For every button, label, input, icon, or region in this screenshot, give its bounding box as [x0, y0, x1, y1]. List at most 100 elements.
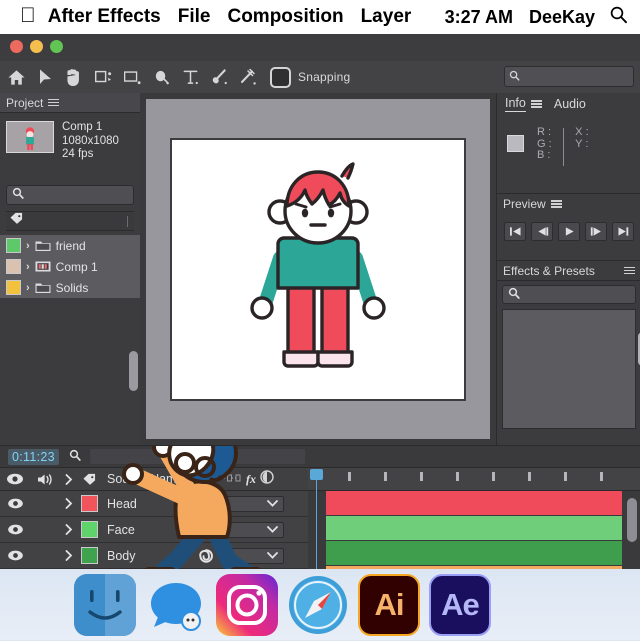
selection-arrow-icon[interactable]: [32, 64, 58, 90]
next-frame-icon[interactable]: [585, 222, 607, 241]
layer-bar-body[interactable]: [326, 541, 622, 565]
effects-search-input[interactable]: [502, 285, 636, 304]
menu-item-after-effects[interactable]: After Effects: [48, 6, 161, 28]
toolbar-search-input[interactable]: [504, 66, 634, 87]
zoom-icon[interactable]: [90, 64, 116, 90]
chevron-right-icon[interactable]: ›: [26, 282, 30, 294]
hamburger-icon[interactable]: [48, 97, 60, 108]
fx-icon[interactable]: fx: [246, 472, 256, 487]
layer-bar-face[interactable]: [326, 516, 622, 540]
shape-spiral-icon[interactable]: [192, 522, 220, 538]
chevron-right-icon[interactable]: [60, 473, 78, 485]
shape-spiral-icon[interactable]: [192, 496, 220, 512]
project-tag-bar[interactable]: [6, 211, 134, 231]
parent-dropdown[interactable]: [222, 495, 284, 512]
zoom-button[interactable]: [50, 40, 63, 53]
anchor-point-icon[interactable]: [148, 64, 174, 90]
tab-info[interactable]: Info: [505, 96, 526, 112]
layer-name-body[interactable]: Body: [100, 549, 192, 563]
effects-list[interactable]: [502, 309, 640, 429]
home-icon[interactable]: [3, 64, 29, 90]
folder-icon: [35, 239, 51, 252]
project-comp-summary[interactable]: Comp 1 1080x1080 24 fps: [0, 113, 140, 179]
project-item-solids[interactable]: › Solids: [0, 277, 140, 298]
column-header-source-name[interactable]: Source Name: [100, 472, 192, 486]
clone-stamp-icon[interactable]: [235, 64, 261, 90]
minimize-button[interactable]: [30, 40, 43, 53]
project-item-friend[interactable]: › friend: [0, 235, 140, 256]
chevron-right-icon[interactable]: ›: [26, 261, 30, 273]
project-item-label: Comp 1: [55, 259, 98, 274]
last-frame-icon[interactable]: [612, 222, 634, 241]
timeline-ruler[interactable]: [308, 468, 640, 491]
messages-icon[interactable]: [145, 574, 207, 636]
menu-bar-username[interactable]: DeeKay: [529, 7, 595, 28]
hamburger-icon[interactable]: [624, 265, 635, 276]
hamburger-icon[interactable]: [550, 199, 562, 210]
layer-name-face[interactable]: Face: [100, 523, 192, 537]
boy-character-illustration: [250, 162, 386, 368]
timecode-display[interactable]: 0:11:23: [8, 448, 59, 465]
play-icon[interactable]: [558, 222, 580, 241]
apple-logo-icon[interactable]: : [20, 5, 36, 26]
motion-blur-icon[interactable]: [260, 469, 274, 489]
timeline-track-area[interactable]: [308, 468, 640, 570]
ruler-tick: [600, 472, 603, 481]
finder-icon[interactable]: [74, 573, 136, 636]
project-item-comp-1[interactable]: › Comp 1: [0, 256, 140, 277]
safari-icon[interactable]: [287, 574, 349, 636]
effects-panel-title: Effects & Presets: [503, 263, 595, 278]
hamburger-icon[interactable]: [530, 99, 542, 110]
search-icon[interactable]: [69, 448, 81, 466]
hand-icon[interactable]: [61, 64, 87, 90]
tab-audio[interactable]: Audio: [554, 97, 586, 111]
illustrator-icon[interactable]: Ai: [358, 573, 420, 636]
brush-tool-icon[interactable]: [206, 64, 232, 90]
parent-dropdown[interactable]: [222, 521, 284, 538]
color-swatch: [6, 259, 21, 274]
instagram-icon[interactable]: [216, 573, 278, 636]
layer-visibility-toggle[interactable]: [0, 550, 30, 561]
timeline-search-input[interactable]: [89, 449, 305, 464]
tag-icon[interactable]: [78, 473, 100, 486]
parent-dropdown[interactable]: [222, 547, 284, 564]
illustrator-label: Ai: [374, 586, 405, 622]
close-button[interactable]: [10, 40, 23, 53]
composition-stage[interactable]: [146, 99, 490, 439]
layer-name-head[interactable]: Head: [100, 497, 192, 511]
menu-item-composition[interactable]: Composition: [227, 6, 343, 28]
chevron-right-icon[interactable]: [60, 524, 78, 535]
tag-icon[interactable]: [9, 212, 24, 230]
playhead[interactable]: [310, 469, 323, 569]
layer-color-swatch[interactable]: [80, 547, 98, 564]
menu-bar-clock[interactable]: 3:27 AM: [445, 7, 513, 28]
previous-frame-icon[interactable]: [531, 222, 553, 241]
layer-color-swatch[interactable]: [80, 521, 98, 538]
shape-spiral-icon[interactable]: [192, 548, 220, 564]
coordinate-readout: X : Y :: [575, 126, 588, 166]
text-tool-icon[interactable]: [177, 64, 203, 90]
speaker-icon[interactable]: [30, 473, 60, 486]
shy-icon[interactable]: [196, 470, 210, 489]
collapse-icon[interactable]: [214, 470, 242, 488]
rotation-icon[interactable]: [119, 64, 145, 90]
chevron-right-icon[interactable]: [60, 550, 78, 561]
search-icon[interactable]: [609, 5, 628, 29]
snapping-checkbox[interactable]: [270, 66, 291, 88]
chevron-right-icon[interactable]: ›: [26, 240, 30, 252]
after-effects-icon[interactable]: Ae: [429, 573, 491, 636]
first-frame-icon[interactable]: [504, 222, 526, 241]
layer-visibility-toggle[interactable]: [0, 524, 30, 535]
layer-visibility-toggle[interactable]: [0, 498, 30, 509]
project-scrollbar[interactable]: [129, 351, 138, 391]
menu-item-file[interactable]: File: [178, 6, 211, 28]
chevron-right-icon[interactable]: [60, 498, 78, 509]
menu-item-layer[interactable]: Layer: [361, 6, 412, 28]
comp-metadata: Comp 1 1080x1080 24 fps: [62, 121, 119, 179]
composition-canvas[interactable]: [170, 137, 466, 401]
eye-icon[interactable]: [0, 473, 30, 485]
layer-color-swatch[interactable]: [80, 495, 98, 512]
project-search-input[interactable]: [6, 185, 134, 205]
layer-bar-head[interactable]: [326, 491, 622, 515]
timeline-scrollbar[interactable]: [627, 498, 637, 542]
